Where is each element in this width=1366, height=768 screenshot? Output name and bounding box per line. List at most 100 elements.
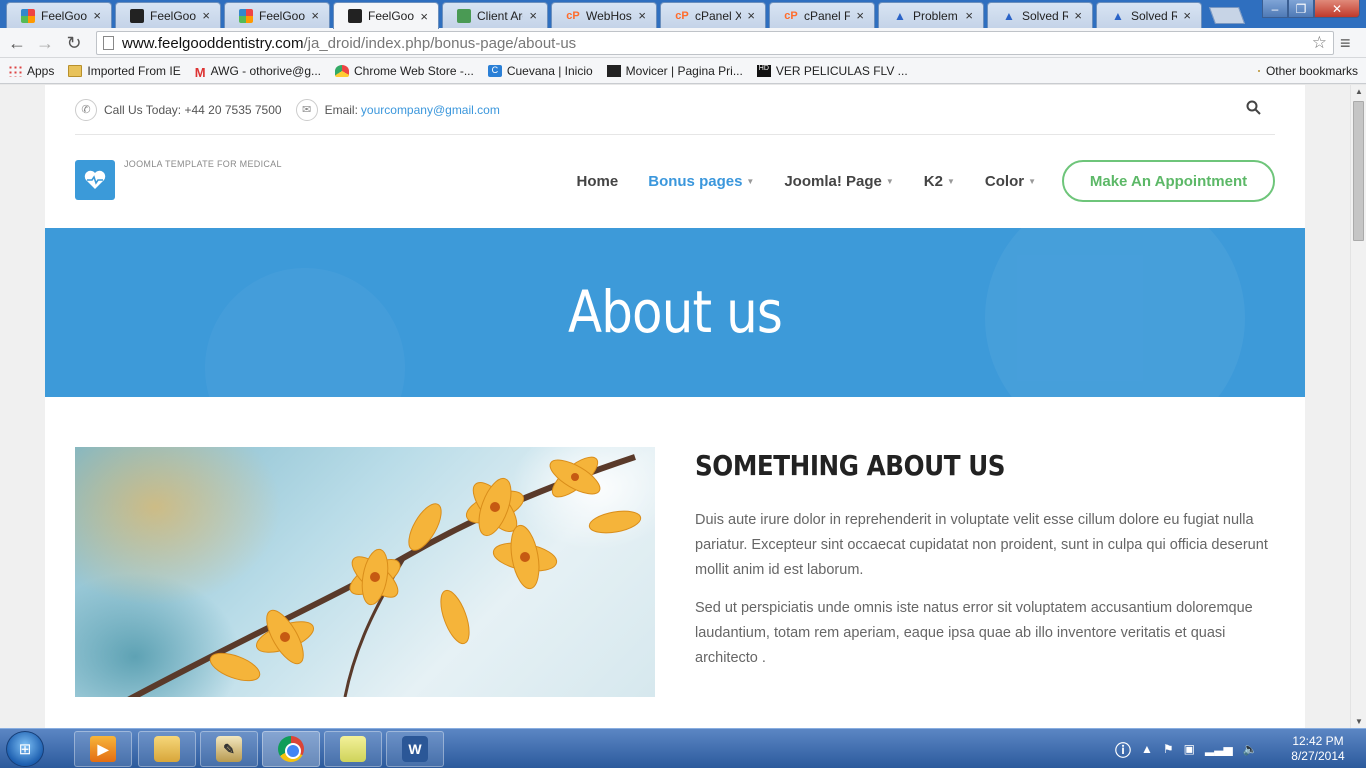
close-tab-icon[interactable]: × bbox=[202, 8, 210, 23]
browser-tab[interactable]: cPWebHost I× bbox=[551, 2, 657, 28]
taskbar-word[interactable]: W bbox=[386, 731, 444, 767]
scrollbar-thumb[interactable] bbox=[1353, 101, 1364, 241]
page-scrollbar[interactable]: ▲ ▼ bbox=[1350, 85, 1366, 728]
bookmark-star-icon[interactable]: ☆ bbox=[1312, 33, 1327, 53]
minimize-button[interactable]: – bbox=[1262, 0, 1288, 18]
bookmark-movicer[interactable]: Movicer | Pagina Pri... bbox=[606, 64, 743, 78]
close-tab-icon[interactable]: × bbox=[747, 8, 755, 23]
browser-tab[interactable]: ▲Solved Re× bbox=[1096, 2, 1202, 28]
nav-bonus-pages[interactable]: Bonus pages ▼ bbox=[648, 173, 754, 190]
scroll-down-icon[interactable]: ▼ bbox=[1355, 717, 1363, 726]
main-nav: Home Bonus pages ▼ Joomla! Page ▼ K2 ▼ Colo… bbox=[547, 160, 1275, 202]
sticky-notes-icon bbox=[340, 736, 366, 762]
nav-joomla-page[interactable]: Joomla! Page ▼ bbox=[784, 173, 893, 190]
folder-icon bbox=[68, 64, 83, 77]
nav-color[interactable]: Color ▼ bbox=[985, 173, 1036, 190]
nav-home[interactable]: Home bbox=[577, 173, 619, 190]
device-icon[interactable]: ▣ bbox=[1184, 742, 1195, 756]
bookmark-awg[interactable]: M AWG - othorive@g... bbox=[195, 64, 321, 80]
back-arrow-icon[interactable]: ← bbox=[6, 32, 28, 54]
logo-heart-icon[interactable] bbox=[75, 160, 115, 200]
chrome-menu-icon[interactable]: ≡ bbox=[1340, 33, 1351, 54]
search-icon[interactable] bbox=[1246, 100, 1261, 120]
email-link[interactable]: yourcompany@gmail.com bbox=[361, 103, 500, 117]
caret-down-icon: ▼ bbox=[946, 176, 955, 186]
apps-grid-icon bbox=[8, 64, 22, 77]
browser-tab[interactable]: ▲Problem R× bbox=[878, 2, 984, 28]
triangle-icon: ▲ bbox=[1003, 8, 1015, 23]
cuevana-icon: C bbox=[487, 64, 502, 77]
close-tab-icon[interactable]: × bbox=[638, 8, 646, 23]
bookmark-cuevana[interactable]: C Cuevana | Inicio bbox=[487, 64, 593, 78]
bookmark-apps[interactable]: Apps bbox=[8, 64, 54, 78]
maximize-button[interactable]: ❐ bbox=[1288, 0, 1314, 18]
system-clock[interactable]: 12:42 PM 8/27/2014 bbox=[1280, 734, 1356, 764]
new-tab-button[interactable] bbox=[1208, 7, 1246, 24]
taskbar-paint[interactable]: ✎ bbox=[200, 731, 258, 767]
close-window-button[interactable]: ✕ bbox=[1314, 0, 1360, 18]
cpanel-icon: cP bbox=[675, 9, 689, 22]
browser-tab[interactable]: cPcPanel File× bbox=[769, 2, 875, 28]
forward-arrow-icon[interactable]: → bbox=[34, 32, 56, 54]
url-host: www.feelgooddentistry.com bbox=[122, 34, 304, 52]
taskbar-media-center[interactable]: ▶ bbox=[74, 731, 132, 767]
hd-icon: HD bbox=[756, 64, 771, 77]
taskbar-chrome[interactable] bbox=[262, 731, 320, 767]
hero-banner: About us bbox=[45, 228, 1305, 397]
bookmark-chrome-web-store[interactable]: Chrome Web Store -... bbox=[335, 64, 474, 78]
url-path: /ja_droid/index.php/bonus-page/about-us bbox=[303, 34, 577, 52]
triangle-icon: ▲ bbox=[894, 8, 906, 23]
close-tab-icon[interactable]: × bbox=[420, 9, 428, 24]
close-tab-icon[interactable]: × bbox=[1183, 8, 1191, 23]
signal-icon[interactable]: ▂▃▅ bbox=[1205, 742, 1233, 756]
flag-icon[interactable]: ⚑ bbox=[1163, 742, 1174, 756]
make-appointment-button[interactable]: Make An Appointment bbox=[1062, 160, 1275, 202]
close-tab-icon[interactable]: × bbox=[529, 8, 537, 23]
address-bar[interactable]: www.feelgooddentistry.com/ja_droid/index… bbox=[96, 31, 1334, 55]
nav-k2[interactable]: K2 ▼ bbox=[924, 173, 955, 190]
about-content: SOMETHING ABOUT US Duis aute irure dolor… bbox=[695, 447, 1280, 671]
email-info: ✉ Email: yourcompany@gmail.com bbox=[295, 98, 500, 121]
cpanel-icon: cP bbox=[566, 9, 580, 22]
close-tab-icon[interactable]: × bbox=[856, 8, 864, 23]
close-tab-icon[interactable]: × bbox=[93, 8, 101, 23]
start-button[interactable]: ⊞ bbox=[6, 731, 44, 767]
movicer-icon bbox=[606, 64, 621, 77]
close-tab-icon[interactable]: × bbox=[965, 8, 973, 23]
paint-icon: ✎ bbox=[216, 736, 242, 762]
info-icon[interactable]: ⓘ bbox=[1115, 737, 1131, 761]
browser-tab[interactable]: FeelGoodD× bbox=[115, 2, 221, 28]
caret-down-icon: ▼ bbox=[1028, 176, 1036, 186]
tab-strip: FeelGoodD× FeelGoodD× FeelGood× FeelGood… bbox=[0, 0, 1366, 29]
show-hidden-icons[interactable]: ▲ bbox=[1141, 742, 1153, 756]
other-bookmarks[interactable]: Other bookmarks bbox=[1257, 64, 1358, 78]
contact-topbar: ✆ Call Us Today: +44 20 7535 7500 ✉ Emai… bbox=[75, 85, 1275, 135]
system-tray: ⓘ ▲ ⚑ ▣ ▂▃▅ 🔈 bbox=[1115, 729, 1258, 768]
browser-tab-active[interactable]: FeelGood× bbox=[333, 2, 439, 29]
cpanel-icon: cP bbox=[784, 9, 798, 22]
web-store-icon bbox=[335, 64, 349, 77]
browser-tab[interactable]: Client Are× bbox=[442, 2, 548, 28]
bookmark-imported-from-ie[interactable]: Imported From IE bbox=[68, 64, 181, 78]
section-heading: SOMETHING ABOUT US bbox=[695, 449, 1006, 482]
browser-tab[interactable]: FeelGoodD× bbox=[6, 2, 112, 28]
browser-tab[interactable]: FeelGood× bbox=[224, 2, 330, 28]
word-icon: W bbox=[402, 736, 428, 762]
browser-toolbar: ← → ↻ www.feelgooddentistry.com/ja_droid… bbox=[0, 28, 1366, 58]
close-tab-icon[interactable]: × bbox=[1074, 8, 1082, 23]
browser-tab[interactable]: cPcPanel X -× bbox=[660, 2, 766, 28]
browser-tab[interactable]: ▲Solved Re× bbox=[987, 2, 1093, 28]
site-header: JOOMLA TEMPLATE FOR MEDICAL Home Bonus p… bbox=[75, 135, 1275, 228]
reload-icon[interactable]: ↻ bbox=[63, 32, 85, 54]
taskbar-sticky-notes[interactable] bbox=[324, 731, 382, 767]
bookmark-ver-peliculas[interactable]: HD VER PELICULAS FLV ... bbox=[756, 64, 908, 78]
paragraph: Duis aute irure dolor in reprehenderit i… bbox=[695, 512, 1268, 578]
phone-icon: ✆ bbox=[75, 98, 97, 121]
close-tab-icon[interactable]: × bbox=[311, 8, 319, 23]
call-info: ✆ Call Us Today: +44 20 7535 7500 bbox=[75, 98, 282, 121]
volume-icon[interactable]: 🔈 bbox=[1243, 742, 1258, 756]
taskbar-explorer[interactable] bbox=[138, 731, 196, 767]
joomla-icon bbox=[21, 8, 35, 23]
scroll-up-icon[interactable]: ▲ bbox=[1355, 87, 1363, 96]
joomla-icon bbox=[239, 8, 253, 23]
